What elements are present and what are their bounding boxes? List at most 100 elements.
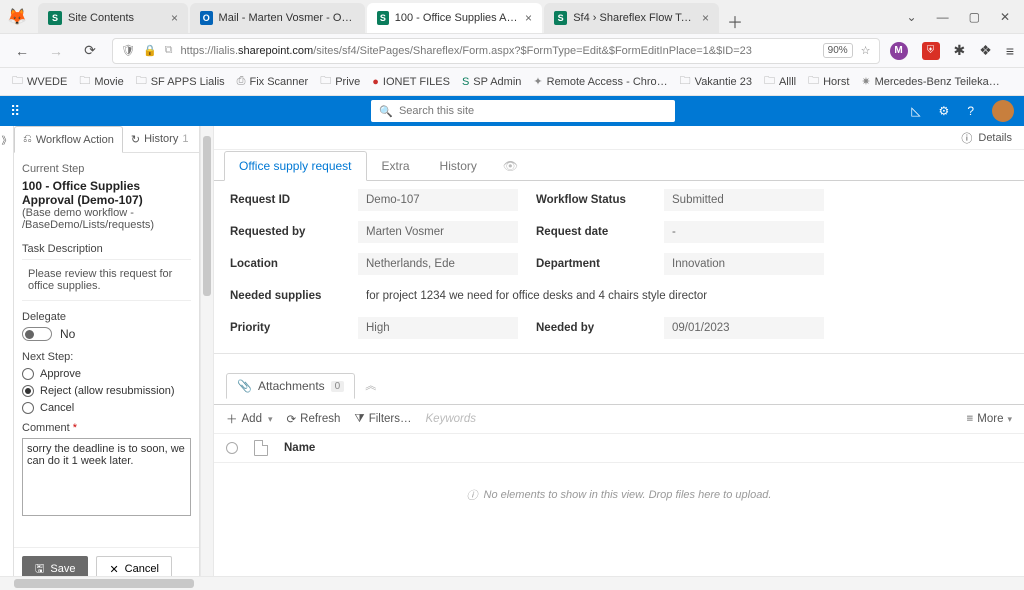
- horizontal-scrollbar[interactable]: [0, 576, 1024, 590]
- bookmark-item[interactable]: ⎙Fix Scanner: [237, 75, 309, 88]
- tab-label: 100 - Office Supplies Approval: [395, 12, 519, 24]
- bookmark-item[interactable]: SSP Admin: [462, 76, 521, 88]
- minimize-icon[interactable]: ―: [937, 10, 949, 24]
- close-icon[interactable]: ×: [171, 11, 178, 25]
- left-panel-tabs: ⎌ Workflow Action ↻ History 1: [14, 126, 199, 153]
- new-tab-button[interactable]: ＋: [721, 9, 749, 33]
- bookmark-item[interactable]: 🗀Vakantie 23: [680, 72, 752, 91]
- back-button[interactable]: ←: [10, 43, 34, 59]
- scrollbar-thumb[interactable]: [14, 579, 194, 588]
- zoom-indicator[interactable]: 90%: [823, 43, 853, 58]
- more-menu[interactable]: ≡ More ▾: [967, 413, 1012, 425]
- extension-icon[interactable]: ⛨: [922, 42, 940, 60]
- field-priority[interactable]: High: [358, 317, 518, 339]
- megaphone-icon[interactable]: ◺: [911, 104, 920, 118]
- suite-bar: ⠿ 🔍 Search this site ◺ ⚙ ?: [0, 96, 1024, 126]
- details-label[interactable]: Details: [978, 132, 1012, 144]
- attachments-empty-state[interactable]: ⓘ No elements to show in this view. Drop…: [214, 463, 1024, 527]
- maximize-icon[interactable]: ▢: [969, 10, 980, 24]
- bookmark-item[interactable]: 🗀Horst: [808, 72, 849, 91]
- field-request-date[interactable]: -: [664, 221, 824, 243]
- refresh-button[interactable]: ⟳ Refresh: [287, 412, 341, 426]
- browser-tab[interactable]: S Site Contents ×: [38, 3, 188, 33]
- option-cancel[interactable]: Cancel: [22, 402, 191, 414]
- app-launcher-icon[interactable]: ⠿: [10, 103, 19, 120]
- field-requested-by[interactable]: Marten Vosmer: [358, 221, 518, 243]
- extension-icon[interactable]: ✱: [954, 42, 966, 59]
- url-input[interactable]: 🛡 🔒 ⧉ https://lialis.sharepoint.com/site…: [112, 38, 880, 64]
- radio-icon[interactable]: [22, 368, 34, 380]
- scrollbar-thumb[interactable]: [203, 136, 211, 296]
- forward-button[interactable]: →: [44, 43, 68, 59]
- current-step-label: Current Step: [22, 163, 191, 175]
- bookmark-item[interactable]: ✷Mercedes-Benz Teileka…: [861, 75, 999, 88]
- bookmark-item[interactable]: ✦Remote Access - Chro…: [533, 75, 667, 88]
- extension-icon[interactable]: ❖: [979, 42, 992, 59]
- info-icon[interactable]: ⓘ: [961, 130, 972, 146]
- help-icon[interactable]: ?: [967, 104, 974, 118]
- collapse-gutter[interactable]: 》: [0, 126, 14, 590]
- tab-attachments[interactable]: 📎 Attachments 0: [226, 373, 355, 399]
- workflow-icon: ⎌: [23, 133, 32, 146]
- vertical-scrollbar[interactable]: [200, 126, 214, 590]
- field-department[interactable]: Innovation: [664, 253, 824, 275]
- tab-office-supply-request[interactable]: Office supply request: [224, 151, 367, 181]
- browser-titlebar: 🦊 S Site Contents × O Mail - Marten Vosm…: [0, 0, 1024, 34]
- bookmark-item[interactable]: ●IONET FILES: [372, 76, 450, 88]
- hidden-tab-icon[interactable]: 👁: [492, 151, 529, 181]
- bookmark-item[interactable]: 🗀Prive: [320, 72, 360, 91]
- close-window-icon[interactable]: ✕: [1000, 10, 1010, 24]
- toggle-switch[interactable]: [22, 327, 52, 341]
- option-reject[interactable]: Reject (allow resubmission): [22, 385, 191, 397]
- profile-badge-icon[interactable]: M: [890, 42, 908, 60]
- close-icon[interactable]: ×: [702, 11, 709, 25]
- tab-history[interactable]: History: [425, 151, 492, 181]
- chevron-down-icon[interactable]: ⌄: [907, 10, 917, 24]
- settings-gear-icon[interactable]: ⚙: [939, 104, 950, 118]
- close-icon[interactable]: ×: [525, 11, 532, 25]
- reload-button[interactable]: ⟳: [78, 42, 102, 59]
- keywords-input[interactable]: Keywords: [426, 413, 477, 425]
- field-needed-by[interactable]: 09/01/2023: [664, 317, 824, 339]
- search-icon: 🔍: [379, 105, 393, 118]
- menu-icon[interactable]: ≡: [1006, 43, 1014, 59]
- radio-icon[interactable]: [22, 385, 34, 397]
- bookmark-star-icon[interactable]: ☆: [861, 44, 871, 57]
- field-location[interactable]: Netherlands, Ede: [358, 253, 518, 275]
- bookmarks-bar: 🗀WVEDE 🗀Movie 🗀SF APPS Lialis ⎙Fix Scann…: [0, 68, 1024, 96]
- browser-tab[interactable]: S Sf4 › Shareflex Flow Tasks ×: [544, 3, 719, 33]
- option-approve[interactable]: Approve: [22, 368, 191, 380]
- attachment-count: 0: [331, 381, 345, 392]
- select-all-checkbox[interactable]: [226, 442, 238, 454]
- toolbar-extensions: M ⛨ ✱ ❖ ≡: [890, 42, 1014, 60]
- browser-tab-active[interactable]: S 100 - Office Supplies Approval ×: [367, 3, 542, 33]
- bookmark-item[interactable]: 🗀Movie: [79, 72, 123, 91]
- user-avatar[interactable]: [992, 100, 1014, 122]
- form-tabstrip: Office supply request Extra History 👁: [214, 150, 1024, 181]
- column-name[interactable]: Name: [284, 442, 315, 454]
- field-request-id[interactable]: Demo-107: [358, 189, 518, 211]
- step-title: 100 - Office Supplies Approval (Demo-107…: [22, 179, 191, 207]
- bookmark-item[interactable]: 🗀SF APPS Lialis: [136, 72, 225, 91]
- browser-tab[interactable]: O Mail - Marten Vosmer - Outlook: [190, 3, 365, 33]
- filters-button[interactable]: ⧩ Filters…: [354, 413, 411, 426]
- delegate-toggle[interactable]: No: [22, 327, 191, 341]
- tab-history[interactable]: ↻ History 1: [123, 126, 197, 152]
- shield-icon: 🛡: [121, 44, 135, 57]
- close-icon: ✕: [109, 563, 118, 576]
- bookmark-item[interactable]: 🗀WVEDE: [12, 72, 67, 91]
- radio-icon[interactable]: [22, 402, 34, 414]
- site-search-input[interactable]: 🔍 Search this site: [371, 100, 675, 122]
- add-button[interactable]: ＋ Add: [226, 411, 273, 427]
- bookmark-item[interactable]: 🗀Allll: [764, 72, 796, 91]
- attachments-column-header: Name: [214, 434, 1024, 463]
- comment-textarea[interactable]: [22, 438, 191, 516]
- collapse-icon[interactable]: ︽: [365, 377, 376, 393]
- tab-extra[interactable]: Extra: [367, 151, 425, 181]
- label-department: Department: [536, 258, 646, 270]
- search-placeholder: Search this site: [399, 105, 474, 117]
- app-body: 》 ⎌ Workflow Action ↻ History 1 Current …: [0, 126, 1024, 590]
- comment-label: Comment *: [22, 422, 191, 434]
- tab-workflow-action[interactable]: ⎌ Workflow Action: [14, 126, 123, 153]
- field-needed-supplies[interactable]: for project 1234 we need for office desk…: [358, 285, 824, 307]
